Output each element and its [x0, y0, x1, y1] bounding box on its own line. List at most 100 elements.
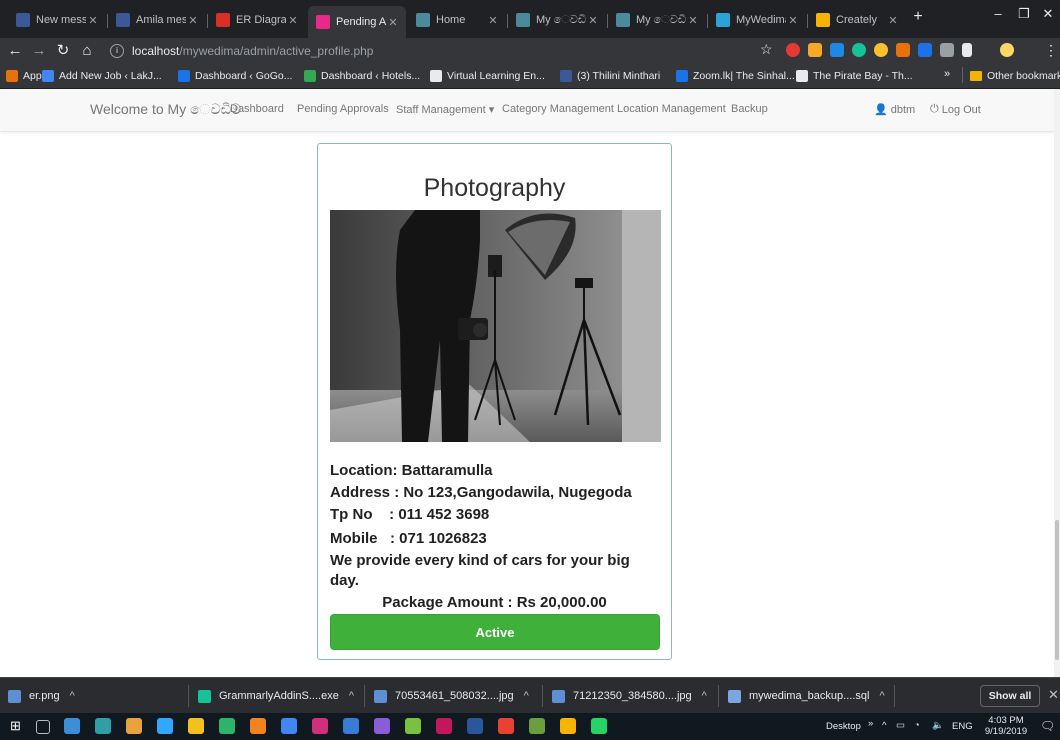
forward-button[interactable]: → — [30, 41, 48, 61]
network-icon[interactable]: ▭ — [896, 720, 905, 731]
navbar-brand[interactable]: Welcome to My ෙවඩිම — [90, 101, 241, 118]
browser-tab[interactable]: My ෙවඩිම✕ — [508, 8, 606, 32]
close-tab-icon[interactable]: ✕ — [286, 14, 300, 27]
close-tab-icon[interactable]: ✕ — [486, 14, 500, 27]
download-item[interactable]: er.png ^ — [8, 688, 75, 704]
bookmark-star-icon[interactable]: ☆ — [760, 41, 773, 58]
browser-tab[interactable]: Amila mess✕ — [108, 8, 206, 32]
volume-icon[interactable]: 🔈 — [932, 720, 944, 731]
apps-shortcut[interactable]: Apps — [6, 68, 47, 84]
extension-icon[interactable] — [874, 43, 888, 57]
reload-button[interactable]: ↻ — [54, 41, 72, 61]
taskbar-app-icon[interactable] — [126, 718, 142, 734]
extension-icon[interactable] — [940, 43, 954, 57]
browser-tab[interactable]: Creately ✕ — [808, 8, 906, 32]
taskbar-app-icon[interactable] — [529, 718, 545, 734]
clock[interactable]: 4:03 PM 9/19/2019 — [984, 715, 1028, 737]
extension-icon[interactable] — [786, 43, 800, 57]
bookmarks-more-button[interactable]: » — [944, 68, 950, 80]
profile-avatar[interactable] — [1000, 43, 1014, 57]
nav-category-management[interactable]: Category Management — [502, 103, 614, 115]
taskbar-app-icon[interactable] — [560, 718, 576, 734]
language-indicator[interactable]: ENG — [952, 721, 973, 732]
info-icon[interactable]: i — [110, 44, 124, 58]
grammarly-icon[interactable] — [852, 43, 866, 57]
close-tab-icon[interactable]: ✕ — [786, 14, 800, 27]
taskbar-app-icon[interactable] — [405, 718, 421, 734]
browser-tab[interactable]: Home ✕ — [408, 8, 506, 32]
bookmark-item[interactable]: Zoom.lk| The Sinhal... — [676, 68, 795, 84]
browser-tab[interactable]: ER Diagram✕ — [208, 8, 306, 32]
extension-icon[interactable] — [962, 43, 972, 57]
taskbar-app-icon[interactable] — [498, 718, 514, 734]
extension-icon[interactable] — [896, 43, 910, 57]
download-options-caret[interactable]: ^ — [524, 690, 529, 702]
taskbar-app-icon[interactable] — [374, 718, 390, 734]
close-tab-icon[interactable]: ✕ — [686, 14, 700, 27]
download-options-caret[interactable]: ^ — [349, 690, 354, 702]
restore-button[interactable]: ❐ — [1012, 6, 1036, 28]
new-tab-button[interactable]: + — [908, 8, 928, 30]
active-status-button[interactable]: Active — [330, 614, 660, 650]
browser-tab[interactable]: Pending Ap✕ — [308, 6, 406, 38]
bookmark-item[interactable]: (3) Thilini Minthari — [560, 68, 660, 84]
show-all-downloads-button[interactable]: Show all — [980, 685, 1040, 707]
nav-logout[interactable]: ⏻ Log Out — [930, 103, 981, 116]
nav-location-management[interactable]: Location Management — [617, 103, 726, 115]
bookmark-item[interactable]: Dashboard ‹ GoGo... — [178, 68, 292, 84]
taskbar-app-icon[interactable] — [467, 718, 483, 734]
taskbar-app-icon[interactable] — [281, 718, 297, 734]
bookmark-item[interactable]: Virtual Learning En... — [430, 68, 545, 84]
extension-icon[interactable] — [918, 43, 932, 57]
task-view-icon[interactable] — [36, 720, 50, 734]
taskbar-app-icon[interactable] — [591, 718, 607, 734]
download-options-caret[interactable]: ^ — [702, 690, 707, 702]
taskbar-app-icon[interactable] — [95, 718, 111, 734]
taskbar-app-icon[interactable] — [343, 718, 359, 734]
tray-expand-icon[interactable]: ^ — [882, 720, 886, 731]
bookmark-item[interactable]: Add New Job ‹ LakJ... — [42, 68, 162, 84]
close-tab-icon[interactable]: ✕ — [86, 14, 100, 27]
taskbar-app-icon[interactable] — [64, 718, 80, 734]
close-window-button[interactable]: ✕ — [1036, 6, 1060, 28]
desktop-toolbar-label[interactable]: Desktop — [826, 721, 861, 732]
taskbar-app-icon[interactable] — [188, 718, 204, 734]
taskbar-app-icon[interactable] — [250, 718, 266, 734]
home-button[interactable]: ⌂ — [78, 41, 96, 61]
taskbar-app-icon[interactable] — [436, 718, 452, 734]
taskbar-app-icon[interactable] — [157, 718, 173, 734]
extension-icon[interactable] — [808, 43, 822, 57]
notifications-icon[interactable]: 🗨 — [1040, 719, 1055, 733]
browser-tab[interactable]: MyWedima ✕ — [708, 8, 806, 32]
download-item[interactable]: 71212350_384580....jpg ^ — [552, 688, 707, 704]
menu-dots-icon[interactable]: ⋮ — [1044, 42, 1058, 59]
close-tab-icon[interactable]: ✕ — [386, 16, 400, 29]
download-item[interactable]: 70553461_508032....jpg ^ — [374, 688, 529, 704]
close-tab-icon[interactable]: ✕ — [886, 14, 900, 27]
taskbar-app-icon[interactable] — [312, 718, 328, 734]
toolbar-more-icon[interactable]: » — [868, 718, 873, 729]
other-bookmarks-button[interactable]: Other bookmarks — [970, 68, 1060, 84]
bookmark-item[interactable]: The Pirate Bay - Th... — [796, 68, 913, 84]
browser-tab[interactable]: My ෙවඩිම✕ — [608, 8, 706, 32]
back-button[interactable]: ← — [6, 41, 24, 61]
nav-staff-management[interactable]: Staff Management ▾ — [396, 103, 494, 116]
address-bar[interactable]: i localhost/mywedima/admin/active_profil… — [110, 40, 790, 62]
download-item[interactable]: mywedima_backup....sql ^ — [728, 688, 885, 704]
download-item[interactable]: GrammarlyAddinS....exe ^ — [198, 688, 354, 704]
nav-user[interactable]: 👤 dbtm — [874, 103, 915, 117]
nav-pending-approvals[interactable]: Pending Approvals — [297, 103, 389, 115]
wifi-icon[interactable]: ◔ — [914, 720, 920, 731]
scrollbar-thumb[interactable] — [1055, 520, 1059, 660]
windows-start-icon[interactable]: ⊞ — [10, 718, 26, 734]
minimize-button[interactable]: – — [986, 6, 1010, 28]
taskbar-app-icon[interactable] — [219, 718, 235, 734]
browser-tab[interactable]: New messa✕ — [8, 8, 106, 32]
nav-dashboard[interactable]: Dashboard — [230, 103, 284, 115]
download-options-caret[interactable]: ^ — [70, 690, 75, 702]
nav-backup[interactable]: Backup — [731, 103, 768, 115]
close-tab-icon[interactable]: ✕ — [586, 14, 600, 27]
extension-icon[interactable] — [830, 43, 844, 57]
close-tab-icon[interactable]: ✕ — [186, 14, 200, 27]
close-download-bar-icon[interactable]: ✕ — [1048, 687, 1059, 703]
